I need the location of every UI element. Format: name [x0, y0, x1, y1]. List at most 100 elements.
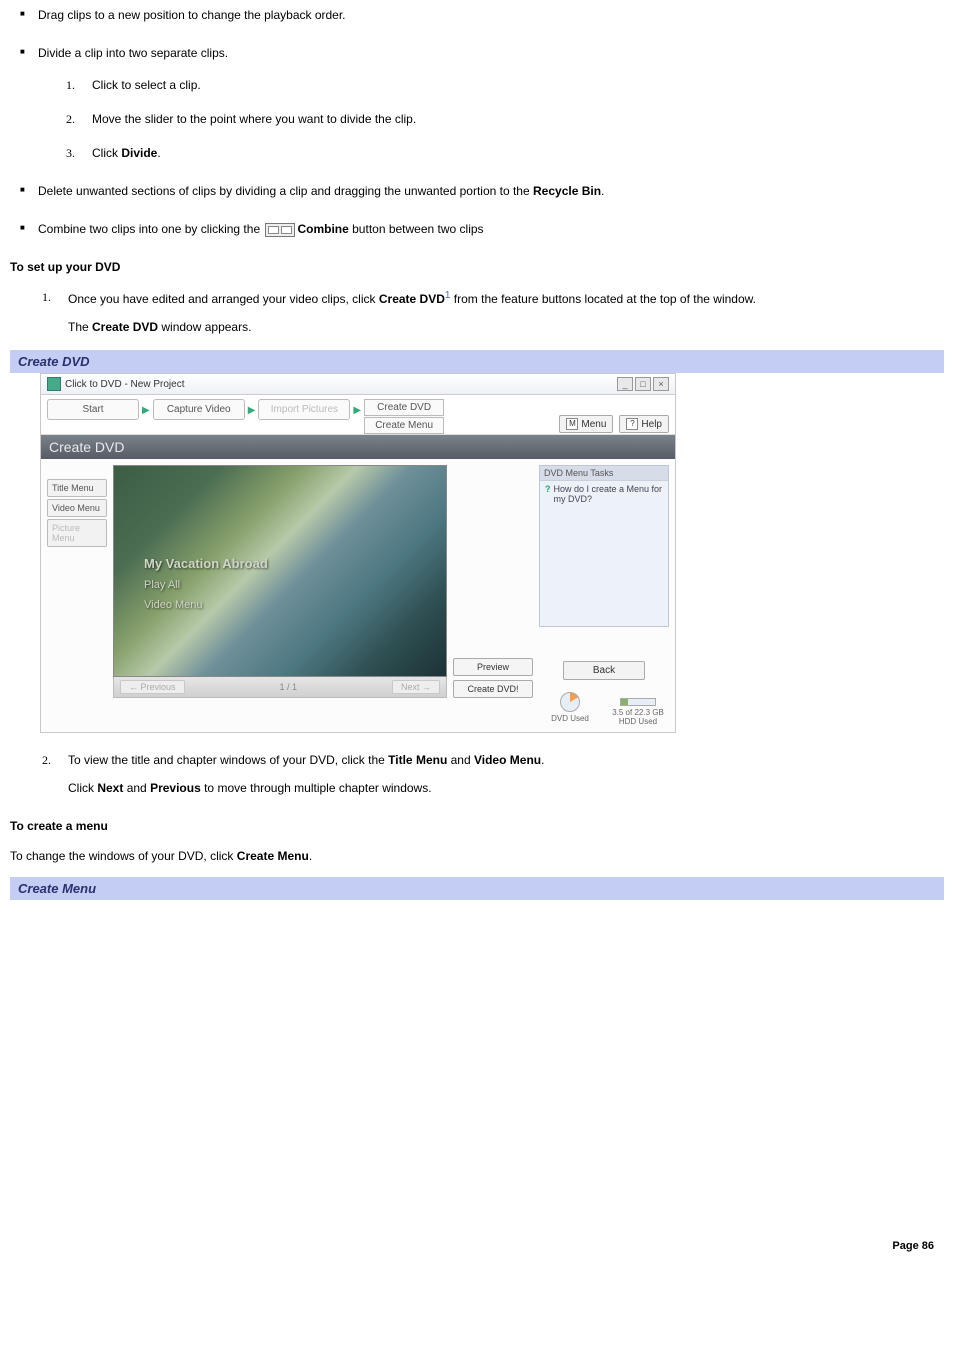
bold-text: Title Menu: [388, 753, 447, 767]
text: button between two clips: [349, 222, 484, 236]
bar-icon: [620, 698, 656, 706]
tab-create-dvd[interactable]: Create DVD: [364, 399, 444, 416]
page-count: 1 / 1: [280, 682, 298, 692]
top-right-buttons: MMenu ?Help: [559, 415, 669, 433]
list-item: Once you have edited and arranged your v…: [42, 288, 944, 336]
hdd-usage: 3.5 of 22.3 GB HDD Used: [607, 692, 669, 726]
text: to move through multiple chapter windows…: [201, 781, 432, 795]
text: Combine two clips into one by clicking t…: [38, 222, 263, 236]
back-button[interactable]: Back: [563, 661, 645, 680]
create-dvd-button[interactable]: Create DVD!: [453, 680, 533, 698]
minimize-button[interactable]: _: [617, 377, 633, 391]
section-heading: To set up your DVD: [10, 260, 944, 274]
bold-text: Create Menu: [237, 849, 309, 863]
text: Click: [92, 146, 121, 160]
text: from the feature buttons located at the …: [450, 292, 756, 306]
tab-create-stack: Create DVD Create Menu: [364, 399, 444, 434]
hdd-used-value: 3.5 of 22.3 GB: [607, 708, 669, 717]
follow-text: The Create DVD window appears.: [68, 318, 944, 336]
section-banner: Create DVD: [41, 435, 675, 459]
label: Menu: [581, 419, 606, 430]
text: To view the title and chapter windows of…: [68, 753, 388, 767]
text: window appears.: [158, 320, 251, 334]
substep: Click to select a clip.: [66, 76, 944, 94]
bold-text: Combine: [297, 222, 348, 236]
tab-import-pictures[interactable]: Import Pictures: [258, 399, 350, 420]
text: To change the windows of your DVD, click: [10, 849, 237, 863]
title-menu-tab[interactable]: Title Menu: [47, 479, 107, 497]
bullet-item: Delete unwanted sections of clips by div…: [10, 182, 944, 200]
bullet-item: Combine two clips into one by clicking t…: [10, 220, 944, 238]
preview-overlay: My Vacation Abroad Play All Video Menu: [144, 556, 268, 619]
maximize-button[interactable]: □: [635, 377, 651, 391]
follow-text: Click Next and Previous to move through …: [68, 779, 944, 797]
text: The: [68, 320, 92, 334]
window-title: Click to DVD - New Project: [65, 379, 184, 390]
dvd-preview: My Vacation Abroad Play All Video Menu: [113, 465, 447, 677]
pie-icon: [560, 692, 580, 712]
paragraph: To change the windows of your DVD, click…: [10, 847, 944, 865]
task-panel: DVD Menu Tasks ? How do I create a Menu …: [539, 465, 669, 627]
video-menu-tab[interactable]: Video Menu: [47, 499, 107, 517]
preview-area: My Vacation Abroad Play All Video Menu ←…: [113, 465, 447, 726]
text: Once you have edited and arranged your v…: [68, 292, 379, 306]
window-body: Title Menu Video Menu Picture Menu My Va…: [41, 459, 675, 732]
text: .: [601, 184, 604, 198]
label: Help: [641, 419, 662, 430]
chevron-right-icon: ▶: [139, 399, 153, 422]
feature-tabs: Start ▶ Capture Video ▶ Import Pictures …: [41, 395, 675, 435]
picture-menu-tab[interactable]: Picture Menu: [47, 519, 107, 547]
app-window: Click to DVD - New Project _ □ × Start ▶…: [40, 373, 676, 733]
text: and: [123, 781, 150, 795]
text: Delete unwanted sections of clips by div…: [38, 184, 533, 198]
substep: Move the slider to the point where you w…: [66, 110, 944, 128]
chevron-right-icon: ▶: [350, 399, 364, 422]
text: and: [447, 753, 474, 767]
preview-video-menu[interactable]: Video Menu: [144, 599, 268, 611]
preview-button[interactable]: Preview: [453, 658, 533, 676]
page-footer: Page 86: [10, 1240, 944, 1252]
bold-text: Divide: [121, 146, 157, 160]
figure-caption: Create Menu: [10, 877, 944, 900]
figure-caption: Create DVD: [10, 350, 944, 373]
previous-button[interactable]: ← Previous: [120, 680, 185, 694]
hdd-used-label: HDD Used: [607, 717, 669, 726]
tab-start[interactable]: Start: [47, 399, 139, 420]
menu-button[interactable]: MMenu: [559, 415, 613, 433]
tab-create-menu[interactable]: Create Menu: [364, 417, 444, 434]
text: .: [541, 753, 544, 767]
numbered-sublist: Click to select a clip. Move the slider …: [66, 76, 944, 162]
preview-title: My Vacation Abroad: [144, 556, 268, 571]
text: .: [309, 849, 312, 863]
close-button[interactable]: ×: [653, 377, 669, 391]
bold-text: Previous: [150, 781, 201, 795]
help-button[interactable]: ?Help: [619, 415, 669, 433]
task-help-link[interactable]: ? How do I create a Menu for my DVD?: [540, 481, 668, 507]
chevron-right-icon: ▶: [245, 399, 259, 422]
bold-text: Video Menu: [474, 753, 541, 767]
menu-icon: M: [566, 418, 578, 430]
bold-text: Next: [97, 781, 123, 795]
help-bullet-icon: ?: [545, 484, 551, 494]
next-button[interactable]: Next →: [392, 680, 440, 694]
help-icon: ?: [626, 418, 638, 430]
preview-actions: Preview Create DVD!: [453, 465, 533, 726]
app-icon: [47, 377, 61, 391]
preview-play-all[interactable]: Play All: [144, 579, 268, 591]
tab-capture-video[interactable]: Capture Video: [153, 399, 245, 420]
task-panel-header: DVD Menu Tasks: [540, 466, 668, 481]
section-heading: To create a menu: [10, 819, 944, 833]
list-item: To view the title and chapter windows of…: [42, 751, 944, 797]
substep: Click Divide.: [66, 144, 944, 162]
dvd-usage: DVD Used: [539, 692, 601, 726]
bullet-item: Drag clips to a new position to change t…: [10, 6, 944, 24]
dvd-used-label: DVD Used: [539, 714, 601, 723]
task-question: How do I create a Menu for my DVD?: [554, 484, 664, 504]
bold-text: Create DVD: [92, 320, 158, 334]
disk-usage: DVD Used 3.5 of 22.3 GB HDD Used: [539, 692, 669, 726]
bullet-item: Divide a clip into two separate clips. C…: [10, 44, 944, 162]
text: .: [157, 146, 160, 160]
combine-icon: [265, 223, 295, 237]
window-titlebar: Click to DVD - New Project _ □ ×: [41, 374, 675, 395]
pager: ← Previous 1 / 1 Next →: [113, 677, 447, 698]
